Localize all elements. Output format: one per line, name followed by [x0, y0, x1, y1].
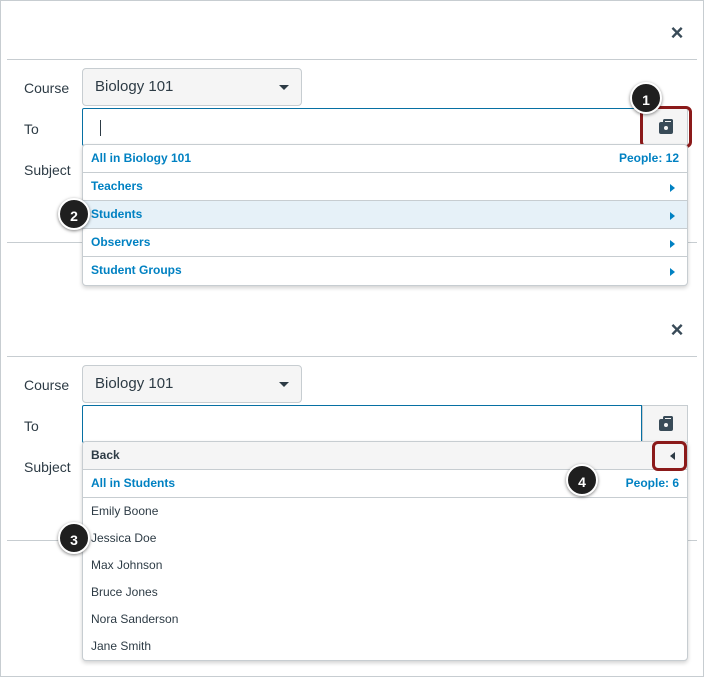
course-select-value: Biology 101 [95, 375, 174, 392]
chevron-down-icon [279, 382, 289, 387]
list-item-student[interactable]: Max Johnson [83, 552, 687, 579]
header-divider [7, 356, 697, 357]
text-cursor [100, 120, 101, 136]
course-label: Course [24, 377, 70, 393]
close-icon[interactable]: × [668, 22, 686, 44]
recipient-dropdown: All in Biology 101 People: 12 Teachers S… [82, 144, 688, 286]
callout-3: 3 [58, 522, 90, 554]
list-item-label: Student Groups [91, 263, 182, 277]
to-input[interactable] [82, 405, 642, 443]
compose-panel-1: × Course Biology 101 To 1 Subject All in… [0, 0, 704, 300]
list-item-label: All in Biology 101 [91, 151, 192, 165]
close-icon[interactable]: × [668, 319, 686, 341]
compose-panel-2: × Course Biology 101 To Subject Back All… [0, 300, 704, 677]
triangle-right-icon [670, 184, 675, 192]
course-select[interactable]: Biology 101 [82, 68, 302, 106]
triangle-right-icon [670, 240, 675, 248]
people-count: People: 12 [618, 151, 679, 165]
to-input[interactable] [82, 108, 642, 146]
list-item-label: Students [91, 207, 143, 221]
callout-4: 4 [566, 464, 598, 496]
list-item-observers[interactable]: Observers [83, 229, 687, 257]
to-label: To [24, 121, 39, 137]
list-item-student[interactable]: Bruce Jones [83, 579, 687, 606]
list-item-student[interactable]: Jessica Doe [83, 525, 687, 552]
list-item-student-groups[interactable]: Student Groups [83, 257, 687, 285]
callout-2: 2 [58, 198, 90, 230]
list-item-back[interactable]: Back [83, 442, 687, 470]
list-item-student[interactable]: Nora Sanderson [83, 606, 687, 633]
subject-label: Subject [24, 459, 71, 475]
list-item-student[interactable]: Emily Boone [83, 498, 687, 525]
list-item-label: Teachers [91, 179, 143, 193]
back-label: Back [91, 448, 120, 462]
list-item-label: Observers [91, 235, 151, 249]
subject-label: Subject [24, 162, 71, 178]
triangle-right-icon [670, 212, 675, 220]
chevron-down-icon [279, 85, 289, 90]
address-book-icon [659, 416, 673, 431]
triangle-right-icon [670, 268, 675, 276]
to-label: To [24, 418, 39, 434]
course-select-value: Biology 101 [95, 78, 174, 95]
list-item-all-course[interactable]: All in Biology 101 People: 12 [83, 145, 687, 173]
list-item-label: All in Students [91, 476, 175, 490]
callout-1: 1 [630, 82, 662, 114]
address-book-button[interactable] [642, 405, 688, 443]
highlight-box-back [652, 441, 687, 471]
course-select[interactable]: Biology 101 [82, 365, 302, 403]
people-count: People: 6 [625, 476, 679, 490]
list-item-students[interactable]: Students [83, 201, 687, 229]
list-item-student[interactable]: Jane Smith [83, 633, 687, 660]
list-item-teachers[interactable]: Teachers [83, 173, 687, 201]
header-divider [7, 59, 697, 60]
course-label: Course [24, 80, 70, 96]
